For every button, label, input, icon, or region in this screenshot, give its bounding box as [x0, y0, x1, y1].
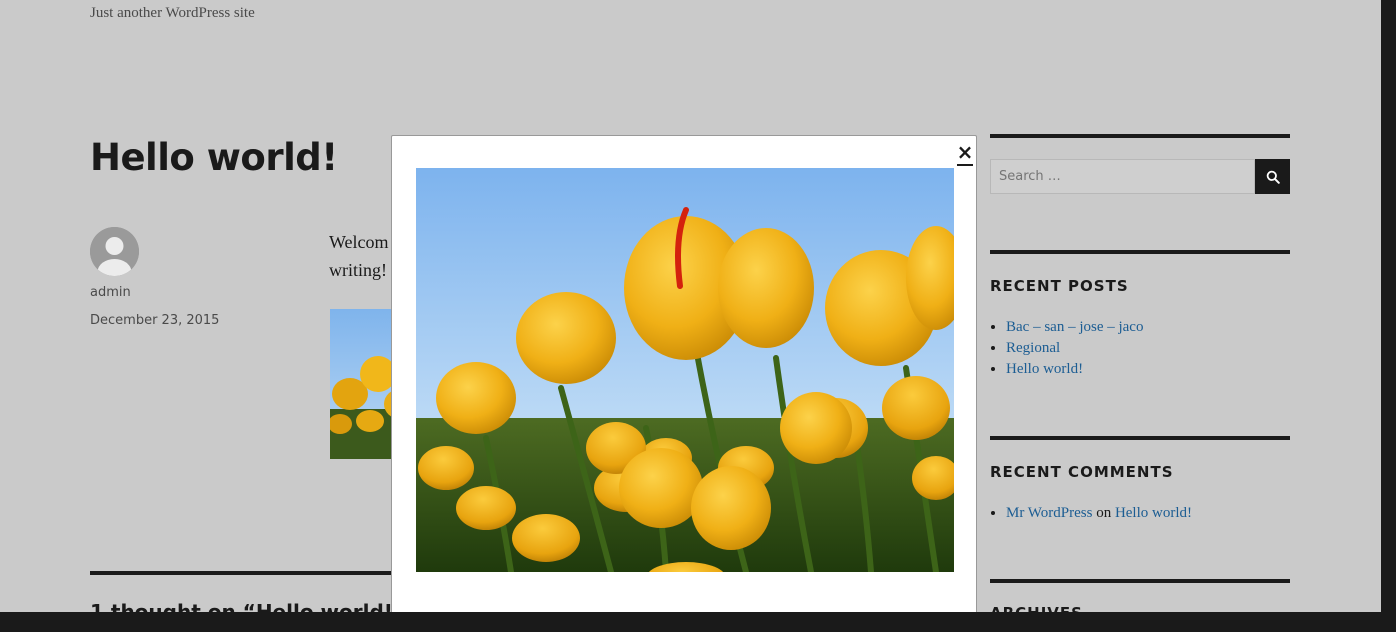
comment-post-link[interactable]: Hello world! — [1115, 505, 1192, 521]
avatar[interactable] — [90, 227, 139, 276]
comment-connector: on — [1096, 505, 1112, 521]
scrollbar[interactable] — [1381, 0, 1396, 612]
post-title[interactable]: Hello world! — [90, 136, 338, 179]
recent-post-link[interactable]: Hello world! — [1006, 361, 1083, 377]
close-icon: × — [956, 140, 974, 164]
post-author[interactable]: admin — [90, 285, 131, 300]
site-tagline: Just another WordPress site — [90, 5, 255, 21]
recent-posts-title: RECENT POSTS — [990, 277, 1129, 295]
recent-post-link[interactable]: Bac – san – jose – jaco — [1006, 319, 1143, 335]
comments-title: 1 thought on “Hello world!” — [90, 600, 407, 612]
recent-post-link[interactable]: Regional — [1006, 340, 1060, 356]
widget-divider — [990, 436, 1290, 440]
page: Just another WordPress site Hello world!… — [0, 0, 1381, 612]
search-input[interactable] — [990, 159, 1255, 194]
list-item: Mr WordPress on Hello world! — [1006, 503, 1290, 524]
recent-comments-title: RECENT COMMENTS — [990, 463, 1174, 481]
bottom-bar — [0, 612, 1396, 632]
list-item: Regional — [1006, 338, 1290, 359]
content-divider — [90, 571, 400, 575]
lightbox-image[interactable] — [416, 168, 954, 572]
list-item: Hello world! — [1006, 359, 1290, 380]
widget-divider — [990, 250, 1290, 254]
search-icon — [1266, 170, 1280, 184]
search-button[interactable] — [1255, 159, 1290, 194]
archives-title: ARCHIVES — [990, 604, 1083, 612]
post-date[interactable]: December 23, 2015 — [90, 313, 219, 328]
list-item: Bac – san – jose – jaco — [1006, 317, 1290, 338]
close-button[interactable]: × — [957, 142, 973, 166]
comment-author-link[interactable]: Mr WordPress — [1006, 505, 1092, 521]
widget-divider — [990, 579, 1290, 583]
tulip-image — [416, 168, 954, 572]
recent-posts-list: Bac – san – jose – jaco Regional Hello w… — [990, 317, 1290, 380]
avatar-icon — [90, 227, 139, 276]
widget-divider — [990, 134, 1290, 138]
lightbox-modal: × — [391, 135, 977, 612]
recent-comments-list: Mr WordPress on Hello world! — [990, 503, 1290, 524]
